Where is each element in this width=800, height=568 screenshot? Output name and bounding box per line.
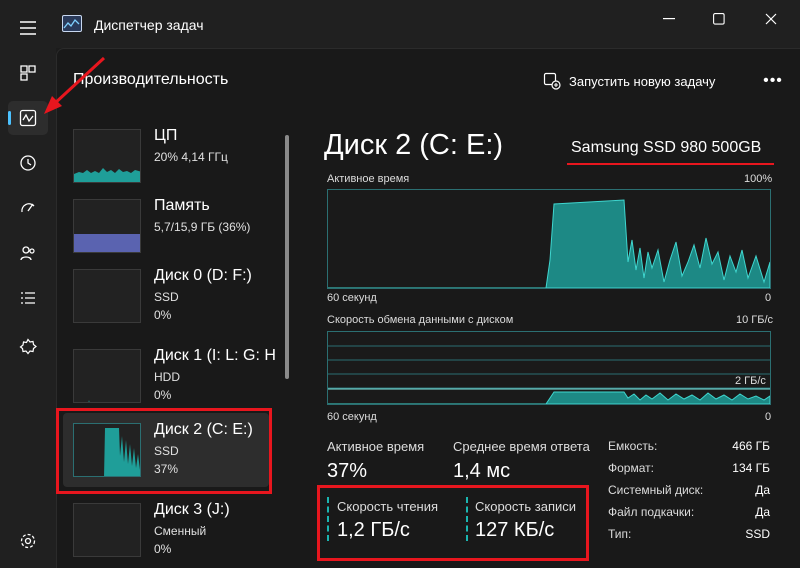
annotation-arrow-icon — [44, 56, 106, 114]
